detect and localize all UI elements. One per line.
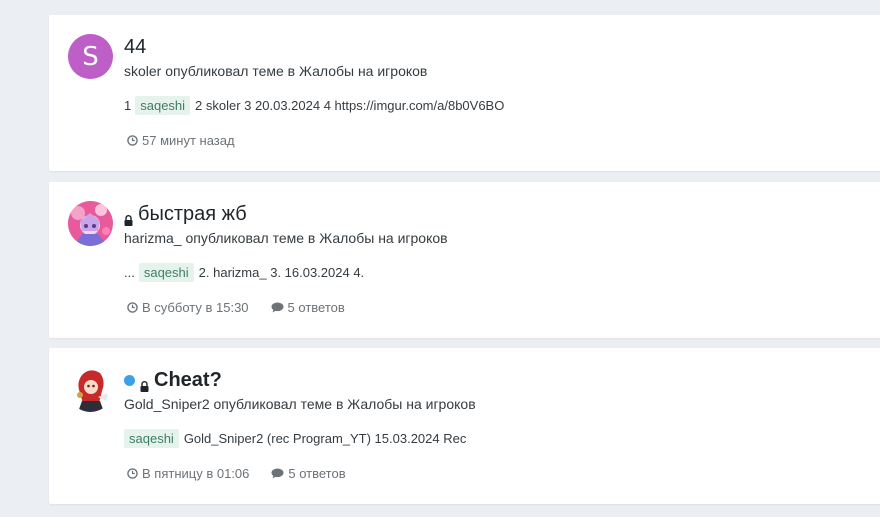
topic-title[interactable]: Cheat?	[124, 369, 222, 392]
topic-author-line: skoler опубликовал теме в Жалобы на игро…	[124, 63, 428, 79]
topic-replies: 5 ответов	[271, 300, 345, 315]
snippet-text: Gold_Sniper2 (rec Program_YT) 15.03.2024…	[183, 431, 467, 446]
topic-stats: В пятницу в 01:06 5 ответов	[127, 466, 368, 481]
avatar[interactable]: S	[68, 34, 113, 79]
topic-stats: В субботу в 15:30 5 ответов	[127, 300, 367, 315]
topic-title-text[interactable]: Cheat?	[154, 369, 222, 392]
lock-icon	[124, 209, 133, 226]
topic-time: 57 минут назад	[127, 133, 235, 148]
tag-badge[interactable]: saqeshi	[135, 96, 191, 115]
topic-snippet: ... saqeshi 2. harizma_ 3. 16.03.2024 4.	[124, 263, 364, 282]
replies-count[interactable]: 5 ответов	[288, 466, 345, 481]
avatar-image	[68, 367, 113, 412]
topic-title[interactable]: быстрая жб	[124, 203, 247, 226]
clock-icon	[127, 302, 138, 313]
topic-snippet: 1 saqeshi 2 skoler 3 20.03.2024 4 https:…	[124, 96, 504, 115]
avatar[interactable]	[68, 201, 113, 246]
tag-badge[interactable]: saqeshi	[124, 429, 179, 448]
topic-title-text[interactable]: быстрая жб	[138, 203, 247, 226]
tag-badge[interactable]: saqeshi	[138, 263, 194, 282]
lock-icon	[140, 375, 149, 392]
topic-author-line: Gold_Sniper2 опубликовал теме в Жалобы н…	[124, 396, 476, 412]
topic-snippet: saqeshi Gold_Sniper2 (rec Program_YT) 15…	[120, 429, 466, 448]
topic-title[interactable]: 44	[124, 36, 146, 59]
topic-time: В пятницу в 01:06	[127, 466, 249, 481]
snippet-prefix: 1	[124, 98, 132, 113]
topic-replies: 5 ответов	[271, 466, 346, 481]
topic-author-line: harizma_ опубликовал теме в Жалобы на иг…	[124, 230, 448, 246]
topic-time-text[interactable]: 57 минут назад	[142, 133, 235, 148]
topic-title-text[interactable]: 44	[124, 36, 146, 59]
comment-icon	[271, 302, 284, 313]
topic-card: быстрая жб harizma_ опубликовал теме в Ж…	[49, 182, 880, 338]
snippet-text: 2. harizma_ 3. 16.03.2024 4.	[198, 265, 365, 280]
topic-card: S 44 skoler опубликовал теме в Жалобы на…	[49, 15, 880, 171]
topic-card: Cheat? Gold_Sniper2 опубликовал теме в Ж…	[49, 348, 880, 504]
replies-count[interactable]: 5 ответов	[288, 300, 345, 315]
topic-time-text[interactable]: В пятницу в 01:06	[142, 466, 249, 481]
clock-icon	[127, 468, 138, 479]
topic-time: В субботу в 15:30	[127, 300, 249, 315]
clock-icon	[127, 135, 138, 146]
avatar-image	[68, 201, 113, 246]
unread-indicator-icon[interactable]	[124, 375, 135, 386]
topic-stats: 57 минут назад	[127, 133, 257, 148]
avatar-letter: S	[82, 41, 99, 72]
snippet-text: 2 skoler 3 20.03.2024 4 https://imgur.co…	[195, 98, 505, 113]
comment-icon	[271, 468, 284, 479]
topic-time-text[interactable]: В субботу в 15:30	[142, 300, 249, 315]
snippet-prefix: ...	[124, 265, 135, 280]
avatar[interactable]	[68, 367, 113, 412]
